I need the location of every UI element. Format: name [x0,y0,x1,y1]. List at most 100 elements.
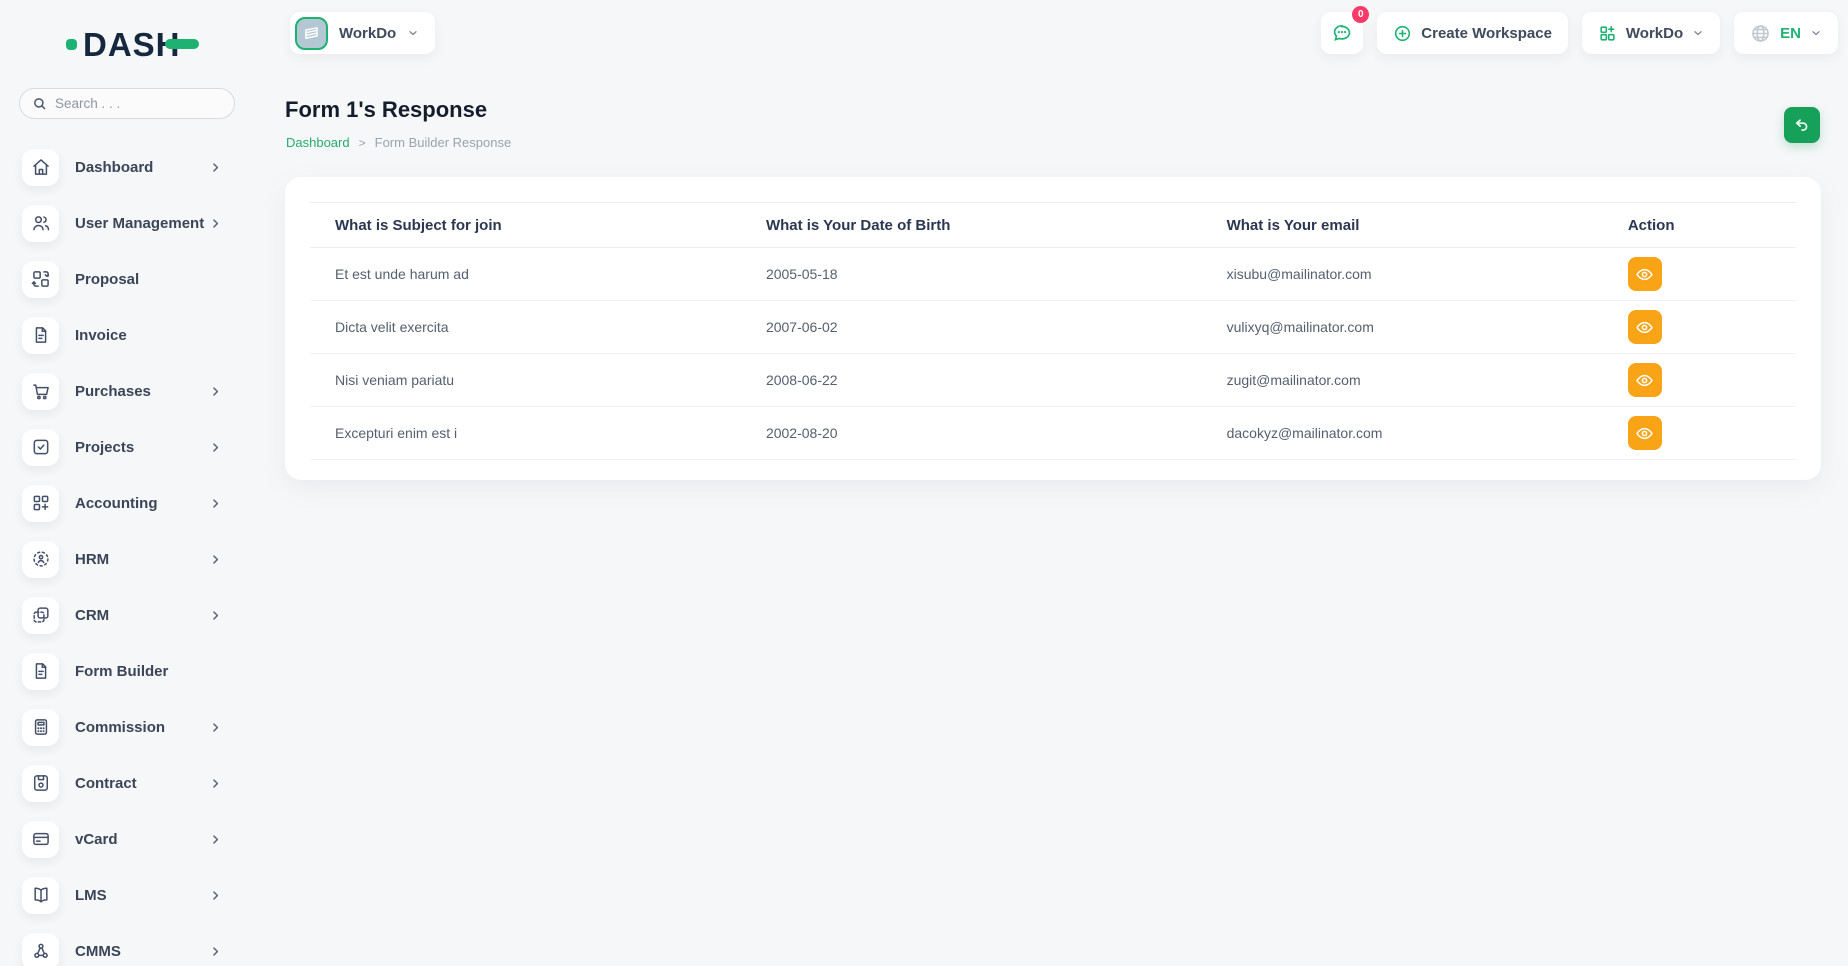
table-row: Excepturi enim est i2002-08-20dacokyz@ma… [310,407,1796,460]
chevron-right-icon [209,833,222,846]
sidebar-item-label: vCard [75,831,209,848]
brand-logo[interactable]: DASH [66,24,256,64]
cell-action [1603,354,1796,407]
sidebar-item-proposal[interactable]: Proposal [0,251,256,307]
top-header: WorkDo 0 Create Workspace WorkDo [256,0,1848,62]
cell-dob: 2008-06-22 [741,354,1202,407]
sidebar-item-purchases[interactable]: Purchases [0,363,256,419]
sidebar-item-form-builder[interactable]: Form Builder [0,643,256,699]
page-title: Form 1's Response [285,97,487,123]
cell-action [1603,407,1796,460]
chevron-right-icon [209,161,222,174]
back-button[interactable] [1784,107,1820,143]
sidebar-item-commission[interactable]: Commission [0,699,256,755]
sidebar-item-contract[interactable]: Contract [0,755,256,811]
column-header-what-is-subject-for-join: What is Subject for join [310,203,741,248]
cell-subject: Et est unde harum ad [310,248,741,301]
sidebar-menu: Dashboard User Management Proposal Invoice P… [0,139,256,966]
sidebar-item-label: HRM [75,551,209,568]
cell-action [1603,301,1796,354]
breadcrumb-dashboard-link[interactable]: Dashboard [286,135,350,150]
sidebar-item-invoice[interactable]: Invoice [0,307,256,363]
view-response-button[interactable] [1628,257,1662,291]
header-actions: 0 Create Workspace WorkDo EN [1321,12,1838,54]
sidebar-item-label: Proposal [75,271,256,288]
messages-button[interactable]: 0 [1321,12,1363,54]
proposal-icon [22,261,59,298]
contract-icon [22,765,59,802]
crm-icon [22,597,59,634]
chevron-right-icon [209,889,222,902]
sidebar: DASH Dashboard User Management Proposal Inv… [0,0,256,966]
cell-email: vulixyq@mailinator.com [1202,301,1603,354]
chevron-right-icon [209,385,222,398]
cell-subject: Dicta velit exercita [310,301,741,354]
sidebar-item-label: Projects [75,439,209,456]
sidebar-item-user-management[interactable]: User Management [0,195,256,251]
logo-dash-icon [165,39,199,49]
sidebar-item-label: User Management [75,215,209,232]
card-icon [22,821,59,858]
cell-dob: 2005-05-18 [741,248,1202,301]
globe-icon [1750,23,1771,44]
sidebar-item-lms[interactable]: LMS [0,867,256,923]
search-icon [32,96,47,111]
cell-subject: Nisi veniam pariatu [310,354,741,407]
responses-card: What is Subject for joinWhat is Your Dat… [285,177,1821,480]
chevron-right-icon [209,945,222,958]
workspace-selector-label: WorkDo [339,25,396,42]
sidebar-item-label: Purchases [75,383,209,400]
chevron-down-icon [1810,27,1822,39]
sidebar-item-label: Accounting [75,495,209,512]
sidebar-item-label: Commission [75,719,209,736]
cart-icon [22,373,59,410]
create-workspace-label: Create Workspace [1421,25,1552,42]
book-icon [22,877,59,914]
home-icon [22,149,59,186]
language-label: EN [1780,25,1801,42]
sidebar-item-accounting[interactable]: Accounting [0,475,256,531]
breadcrumb-current: Form Builder Response [375,135,512,150]
sidebar-item-label: Dashboard [75,159,209,176]
grid-plus-icon [22,485,59,522]
workspace-menu-button[interactable]: WorkDo [1582,12,1720,54]
file-icon [22,653,59,690]
cell-dob: 2002-08-20 [741,407,1202,460]
sidebar-item-label: Contract [75,775,209,792]
breadcrumb-separator-icon: > [359,136,366,150]
sidebar-item-label: CMMS [75,943,209,960]
plus-circle-icon [1393,24,1412,43]
table-row: Nisi veniam pariatu2008-06-22zugit@maili… [310,354,1796,407]
workspace-selector[interactable]: WorkDo [290,12,435,54]
users-icon [22,205,59,242]
view-response-button[interactable] [1628,363,1662,397]
sidebar-item-crm[interactable]: CRM [0,587,256,643]
chat-icon [1331,22,1353,44]
view-response-button[interactable] [1628,416,1662,450]
language-selector[interactable]: EN [1734,12,1838,54]
search-input[interactable] [55,96,222,111]
grid-plus-icon [1598,24,1617,43]
sidebar-item-hrm[interactable]: HRM [0,531,256,587]
invoice-icon [22,317,59,354]
sidebar-item-dashboard[interactable]: Dashboard [0,139,256,195]
cell-action [1603,248,1796,301]
column-header-what-is-your-date-of-birth: What is Your Date of Birth [741,203,1202,248]
sidebar-item-label: CRM [75,607,209,624]
create-workspace-button[interactable]: Create Workspace [1377,12,1568,54]
chevron-right-icon [209,721,222,734]
sidebar-item-vcard[interactable]: vCard [0,811,256,867]
sidebar-item-label: LMS [75,887,209,904]
responses-table: What is Subject for joinWhat is Your Dat… [310,202,1796,460]
view-response-button[interactable] [1628,310,1662,344]
sidebar-search[interactable] [19,88,235,119]
chevron-right-icon [209,217,222,230]
chevron-right-icon [209,609,222,622]
cell-email: xisubu@mailinator.com [1202,248,1603,301]
check-square-icon [22,429,59,466]
hrm-icon [22,541,59,578]
sidebar-item-projects[interactable]: Projects [0,419,256,475]
sidebar-item-cmms[interactable]: CMMS [0,923,256,966]
breadcrumb: Dashboard > Form Builder Response [286,135,511,150]
chevron-down-icon [407,27,419,39]
